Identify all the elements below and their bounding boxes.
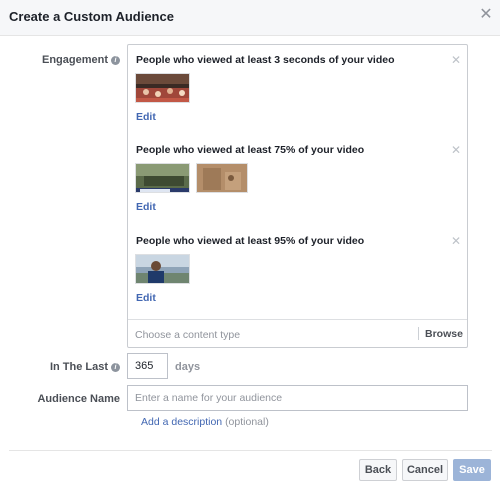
engagement-label-row: Engagement i: [6, 54, 120, 66]
video-thumbnail: [135, 254, 190, 284]
save-button[interactable]: Save: [453, 459, 491, 481]
days-unit-label: days: [175, 361, 201, 373]
audience-name-label: Audience Name: [37, 393, 120, 405]
engagement-group: People who viewed at least 75% of your v…: [128, 143, 467, 224]
browse-button[interactable]: Browse: [425, 328, 463, 340]
in-the-last-label: In The Last: [49, 361, 108, 373]
video-thumbnail: [135, 73, 190, 103]
engagement-box: People who viewed at least 3 seconds of …: [127, 44, 468, 348]
info-icon[interactable]: i: [111, 363, 120, 372]
engagement-group-title: People who viewed at least 3 seconds of …: [136, 54, 395, 66]
back-button[interactable]: Back: [359, 459, 397, 481]
dialog-header: Create a Custom Audience ✕: [0, 0, 500, 36]
video-thumbnail: [196, 163, 248, 193]
footer-divider: [9, 450, 492, 451]
engagement-label: Engagement: [41, 54, 108, 66]
info-icon[interactable]: i: [111, 56, 120, 65]
days-input[interactable]: [127, 353, 168, 379]
close-icon[interactable]: ✕: [451, 234, 461, 248]
add-description-link[interactable]: Add a description: [141, 416, 222, 428]
cancel-button[interactable]: Cancel: [402, 459, 448, 481]
dialog-title: Create a Custom Audience: [9, 9, 174, 24]
in-the-last-label-row: In The Last i: [6, 361, 120, 373]
edit-link[interactable]: Edit: [136, 292, 156, 304]
optional-label: (optional): [225, 416, 269, 428]
engagement-group-title: People who viewed at least 95% of your v…: [136, 235, 365, 247]
close-icon[interactable]: ✕: [451, 143, 461, 157]
engagement-group: People who viewed at least 95% of your v…: [128, 234, 467, 315]
edit-link[interactable]: Edit: [136, 201, 156, 213]
engagement-group-title: People who viewed at least 75% of your v…: [136, 144, 365, 156]
video-thumbnail: [135, 163, 190, 193]
audience-name-input[interactable]: [127, 385, 468, 411]
add-description-row[interactable]: Add a description (optional): [141, 416, 269, 428]
close-icon[interactable]: ✕: [451, 53, 461, 67]
engagement-group: People who viewed at least 3 seconds of …: [128, 53, 467, 134]
close-icon[interactable]: ✕: [478, 7, 494, 23]
content-type-selector[interactable]: Choose a content type Browse: [128, 319, 467, 347]
create-custom-audience-dialog: Create a Custom Audience ✕ Engagement i P…: [0, 0, 500, 490]
edit-link[interactable]: Edit: [136, 111, 156, 123]
content-type-placeholder[interactable]: Choose a content type: [135, 329, 240, 341]
divider: [418, 327, 419, 340]
